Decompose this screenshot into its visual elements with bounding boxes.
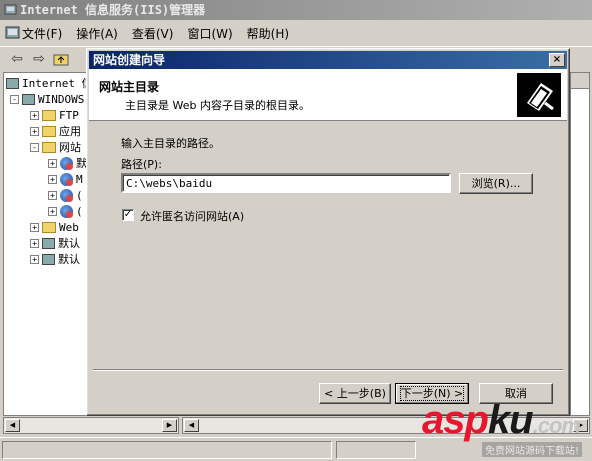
menu-view[interactable]: 查看(V) — [132, 25, 174, 42]
menu-action[interactable]: 操作(A) — [76, 25, 118, 42]
tree-item-site-2[interactable]: + M — [48, 171, 83, 187]
home-directory-path-input[interactable]: C:\webs\baidu — [121, 173, 451, 193]
expand-icon[interactable]: + — [30, 126, 39, 136]
website-stopped-icon — [60, 204, 73, 218]
close-button[interactable]: × — [549, 53, 565, 67]
menu-help[interactable]: 帮助(H) — [247, 25, 289, 42]
folder-icon — [42, 221, 56, 233]
wizard-step-subtitle: 主目录是 Web 内容子目录的根目录。 — [125, 99, 310, 112]
folder-icon — [42, 109, 56, 121]
menu-file[interactable]: 文件(F) — [22, 25, 62, 42]
mmc-icon — [5, 26, 20, 39]
scroll-left-icon[interactable]: ◀ — [184, 419, 199, 432]
expand-icon[interactable]: + — [30, 238, 39, 248]
tree-item-ftp[interactable]: + FTP — [30, 107, 79, 123]
back-button[interactable]: < 上一步(B) — [319, 383, 391, 404]
virtual-server-icon — [42, 237, 55, 249]
allow-anonymous-checkbox[interactable]: ✓ — [122, 209, 134, 221]
tree-horizontal-scrollbar[interactable]: ◀ ▶ — [3, 417, 179, 434]
computer-icon — [22, 93, 35, 105]
expand-icon[interactable]: + — [48, 158, 57, 168]
wizard-titlebar[interactable]: 网站创建向导 × — [89, 51, 567, 69]
menu-bar: 文件(F) 操作(A) 查看(V) 窗口(W) 帮助(H) — [0, 21, 592, 45]
tree-item-iis-root[interactable]: Internet 信 — [6, 75, 87, 91]
folder-icon — [42, 141, 56, 153]
website-stopped-icon — [60, 188, 73, 202]
details-column-header[interactable] — [571, 73, 589, 89]
expand-icon[interactable]: + — [30, 254, 39, 264]
back-arrow-icon[interactable]: ⇦ — [6, 49, 28, 69]
button-divider — [93, 369, 563, 371]
expand-icon[interactable]: + — [30, 222, 39, 232]
expand-icon[interactable]: + — [30, 110, 39, 120]
website-stopped-icon — [60, 172, 73, 186]
details-pane[interactable] — [570, 72, 590, 416]
forward-arrow-icon[interactable]: ⇨ — [28, 49, 50, 69]
tree-item-site-3[interactable]: +( — [48, 187, 83, 203]
scroll-right-icon[interactable]: ▶ — [162, 419, 177, 432]
tree-item-app-pools[interactable]: + 应用 — [30, 123, 81, 139]
expand-icon[interactable]: + — [48, 190, 57, 200]
tree-item-default-nntp[interactable]: + 默认 — [30, 251, 80, 267]
wizard-header: 网站主目录 主目录是 Web 内容子目录的根目录。 — [89, 69, 567, 121]
tree-item-site-1[interactable]: + 默 — [48, 155, 87, 171]
watermark-logo: aspku.com — [422, 398, 581, 442]
tree-item-web-extensions[interactable]: + Web — [30, 219, 79, 235]
status-cell — [2, 441, 332, 459]
tree-item-server[interactable]: - WINDOWS — [10, 91, 84, 107]
virtual-server-icon — [42, 253, 55, 265]
menu-window[interactable]: 窗口(W) — [187, 25, 232, 42]
iis-app-icon — [4, 4, 17, 15]
status-cell — [336, 441, 416, 459]
tree-item-websites[interactable]: - 网站 — [30, 139, 81, 155]
main-window-title: Internet 信息服务(IIS)管理器 — [20, 3, 206, 17]
wizard-book-icon — [517, 73, 561, 117]
wizard-title: 网站创建向导 — [93, 53, 166, 67]
console-tree[interactable]: Internet 信 - WINDOWS + FTP + 应用 - 网站 + 默 + M +… — [3, 72, 87, 416]
scroll-left-icon[interactable]: ◀ — [5, 419, 20, 432]
collapse-icon[interactable]: - — [30, 142, 39, 152]
website-stopped-icon — [60, 156, 73, 170]
folder-icon — [42, 125, 56, 137]
browse-button[interactable]: 浏览(R)... — [459, 173, 533, 194]
path-label: 路径(P): — [121, 158, 162, 171]
wizard-step-title: 网站主目录 — [99, 80, 160, 94]
expand-icon[interactable]: + — [48, 206, 57, 216]
main-window-titlebar: Internet 信息服务(IIS)管理器 — [0, 0, 592, 20]
aspku-watermark: aspku.com 免费网站源码下载站! — [420, 398, 592, 458]
allow-anonymous-label[interactable]: 允许匿名访问网站(A) — [140, 208, 244, 224]
tree-item-default-smtp[interactable]: + 默认 — [30, 235, 80, 251]
website-creation-wizard: 网站创建向导 × 网站主目录 主目录是 Web 内容子目录的根目录。 输入主目录… — [86, 48, 570, 416]
tree-item-site-4[interactable]: +( — [48, 203, 83, 219]
path-prompt: 输入主目录的路径。 — [121, 137, 220, 150]
iis-root-icon — [6, 77, 19, 89]
watermark-tagline: 免费网站源码下载站! — [482, 442, 583, 457]
up-folder-icon[interactable] — [50, 49, 72, 69]
expand-icon[interactable]: + — [48, 174, 57, 184]
collapse-icon[interactable]: - — [10, 94, 19, 104]
